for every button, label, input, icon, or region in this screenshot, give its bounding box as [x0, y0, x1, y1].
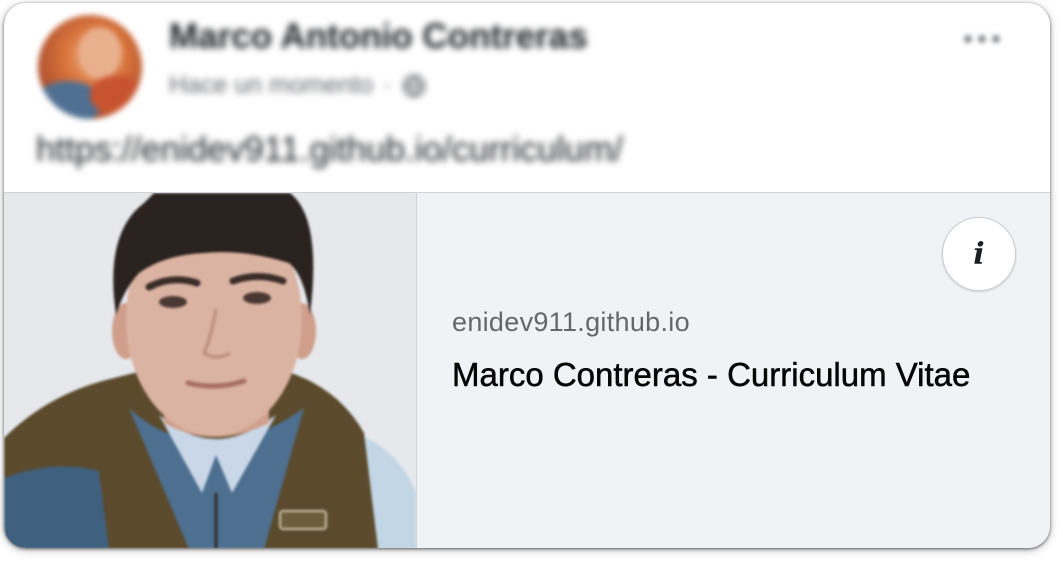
link-preview-image[interactable] [4, 193, 416, 548]
post-text-link[interactable]: https://enidev911.github.io/curriculum/ [36, 130, 623, 170]
post-card: Marco Antonio Contreras Hace un momento … [4, 3, 1050, 548]
link-title: Marco Contreras - Curriculum Vitae [452, 356, 971, 394]
photo-left-sleeve [4, 466, 109, 548]
link-preview-body[interactable]: i enidev911.github.io Marco Contreras - … [416, 193, 1050, 548]
link-domain: enidev911.github.io [452, 307, 690, 337]
author-name[interactable]: Marco Antonio Contreras [169, 17, 588, 57]
photo-left-eye [159, 296, 187, 308]
author-avatar[interactable] [38, 15, 142, 119]
meta-separator: · [383, 71, 392, 99]
avatar-image [38, 15, 142, 119]
link-preview[interactable]: i enidev911.github.io Marco Contreras - … [4, 192, 1050, 548]
more-dot [978, 35, 986, 43]
globe-icon[interactable] [402, 74, 426, 98]
more-dot [964, 35, 972, 43]
post-timestamp[interactable]: Hace un momento [169, 71, 373, 100]
more-options-icon[interactable] [958, 29, 1006, 49]
more-dot [992, 35, 1000, 43]
profile-photo [4, 193, 416, 548]
info-icon[interactable]: i [942, 217, 1016, 291]
photo-right-eye [243, 292, 271, 304]
post-meta: Hace un momento · [169, 71, 426, 100]
photo-badge [279, 510, 327, 530]
